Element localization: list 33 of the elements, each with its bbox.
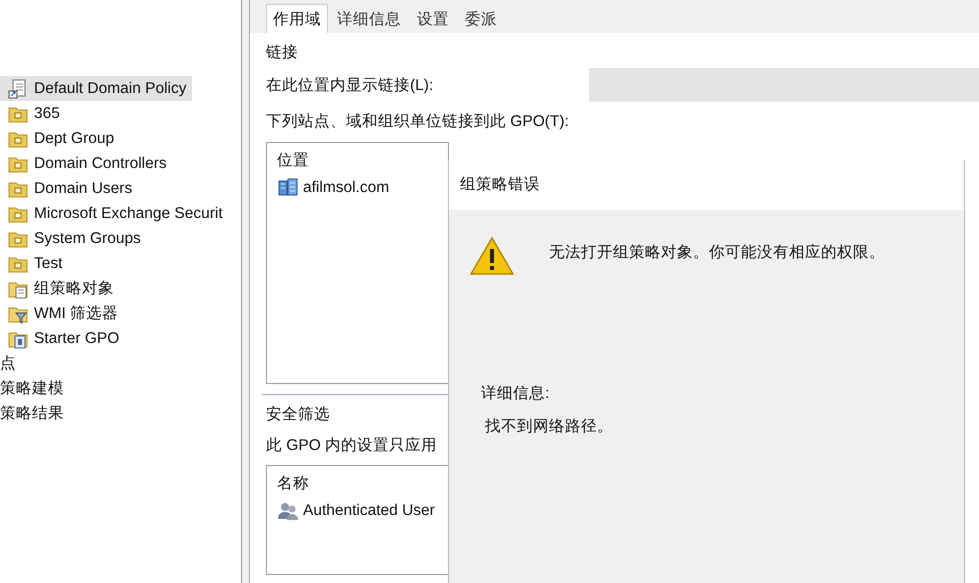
details-label: 详细信息: bbox=[481, 384, 550, 404]
list-item[interactable]: afilmsol.com bbox=[277, 176, 390, 199]
pane-splitter[interactable] bbox=[242, 0, 250, 583]
field-label: 下列站点、域和组织单位链接到此 GPO(T): bbox=[266, 112, 569, 132]
description-text: 此 GPO 内的设置只应用 bbox=[266, 436, 438, 456]
warning-icon bbox=[469, 236, 515, 276]
users-icon bbox=[277, 500, 299, 521]
field-label: 在此位置内显示链接(L): bbox=[266, 76, 434, 96]
tab[interactable]: 作用域 bbox=[266, 4, 328, 33]
domain-icon bbox=[277, 177, 299, 198]
tree-item[interactable]: System Groups bbox=[0, 226, 147, 251]
tree-item[interactable]: 策略建模 bbox=[0, 376, 70, 401]
column-header: 位置 bbox=[277, 150, 310, 170]
policy-link-icon bbox=[8, 78, 28, 98]
tree-item[interactable]: Dept Group bbox=[0, 126, 120, 151]
list-item[interactable]: Authenticated User bbox=[277, 499, 435, 522]
tree-item[interactable]: Domain Controllers bbox=[0, 151, 173, 176]
tree-item[interactable]: WMI 筛选器 bbox=[0, 301, 124, 326]
section-heading: 链接 bbox=[266, 43, 298, 63]
tree-item[interactable]: Starter GPO bbox=[0, 326, 126, 351]
tree-item[interactable]: 组策略对象 bbox=[0, 276, 120, 301]
tree-item[interactable]: Default Domain Policy bbox=[0, 76, 192, 101]
details-text: 找不到网络路径。 bbox=[485, 417, 613, 438]
tree-item[interactable]: Domain Users bbox=[0, 176, 138, 201]
section-heading: 安全筛选 bbox=[266, 404, 330, 424]
error-message: 无法打开组策略对象。你可能没有相应的权限。 bbox=[549, 243, 885, 263]
tree-item[interactable]: 365 bbox=[0, 101, 66, 126]
dialog-title: 组策略错误 bbox=[460, 176, 540, 193]
tree-item[interactable]: Test bbox=[0, 251, 68, 276]
tree-item[interactable]: 点 bbox=[0, 351, 22, 376]
tree-item[interactable]: 策略结果 bbox=[0, 401, 70, 426]
tree-item[interactable]: Microsoft Exchange Securit bbox=[0, 201, 229, 226]
column-header: 名称 bbox=[277, 474, 310, 494]
